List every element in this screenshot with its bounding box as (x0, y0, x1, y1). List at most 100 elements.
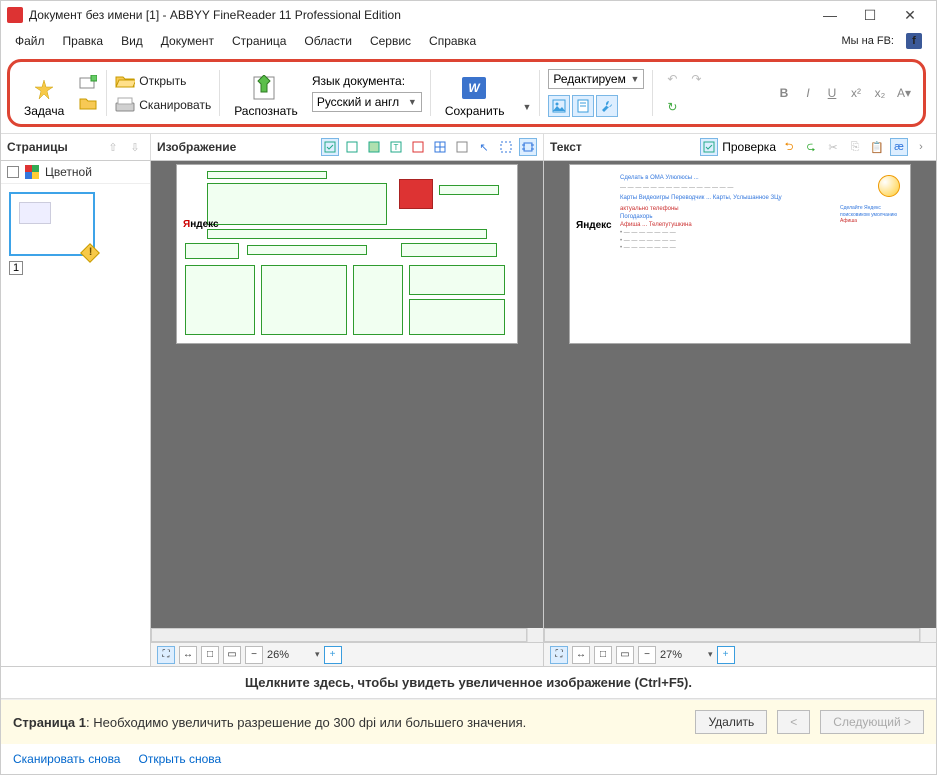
warning-bar: Страница 1: Необходимо увеличить разреше… (1, 699, 936, 744)
small-folder-icon[interactable] (78, 94, 98, 112)
h-scrollbar[interactable] (151, 628, 527, 642)
v-scrollbar[interactable] (527, 628, 543, 642)
zoom-in-icon[interactable]: + (717, 646, 735, 664)
tool-wrench-icon[interactable] (596, 95, 618, 117)
task-group[interactable]: Задача (18, 68, 70, 118)
menu-help[interactable]: Справка (421, 31, 484, 51)
open-button[interactable]: Открыть (115, 70, 211, 92)
scan-button[interactable]: Сканировать (115, 94, 211, 116)
img-tool-table-icon[interactable] (431, 138, 449, 156)
chevron-down-icon[interactable]: ▾ (708, 649, 713, 660)
zoom-out-icon[interactable]: − (638, 646, 656, 664)
img-tool-block-icon[interactable] (365, 138, 383, 156)
img-tool-text-icon[interactable]: T (387, 138, 405, 156)
fit-window-icon[interactable]: ⛶ (550, 646, 568, 664)
img-tool-barcode-icon[interactable] (453, 138, 471, 156)
recognize-icon (251, 74, 281, 102)
img-tool-select-icon[interactable] (497, 138, 515, 156)
image-canvas[interactable]: Яндекс (151, 161, 543, 628)
img-tool-pointer-icon[interactable]: ↖ (475, 138, 493, 156)
menu-file[interactable]: Файл (7, 31, 53, 51)
h-scrollbar[interactable] (544, 628, 920, 642)
prev-warn-button[interactable]: < (777, 710, 810, 734)
close-button[interactable]: ✕ (890, 2, 930, 28)
select-all-checkbox[interactable] (7, 166, 19, 178)
italic-button[interactable]: I (797, 82, 819, 104)
color-mode-icon[interactable] (25, 165, 39, 179)
text-canvas[interactable]: Яндекс Сделать в ОМА Улюлюсы ... — — — —… (544, 161, 936, 628)
tool-page-icon[interactable] (572, 95, 594, 117)
new-tab-icon[interactable] (78, 74, 98, 92)
save-dropdown-icon[interactable]: ▼ (522, 102, 531, 112)
text-zoom-value[interactable]: 27% (660, 649, 700, 661)
scan-label: Сканировать (139, 98, 211, 112)
reopen-link[interactable]: Открыть снова (138, 752, 221, 766)
edit-mode-select[interactable]: Редактируем ▼ (548, 69, 644, 89)
font-style-button[interactable]: A▾ (893, 82, 915, 104)
menu-service[interactable]: Сервис (362, 31, 419, 51)
menu-page[interactable]: Страница (224, 31, 294, 51)
prev-err-icon[interactable]: ⮌ (780, 138, 798, 156)
undo-icon[interactable]: ↶ (661, 68, 683, 90)
subscript-button[interactable]: x₂ (869, 82, 891, 104)
underline-button[interactable]: U (821, 82, 843, 104)
chevron-right-icon[interactable]: › (912, 138, 930, 156)
rescan-link[interactable]: Сканировать снова (13, 752, 120, 766)
menu-areas[interactable]: Области (296, 31, 360, 51)
link-bar: Сканировать снова Открыть снова (1, 744, 936, 774)
yandex-text-logo: Яндекс (576, 219, 612, 232)
img-tool-analyze-icon[interactable] (343, 138, 361, 156)
redo-green-icon[interactable]: ↻ (661, 96, 683, 118)
page-thumbnail[interactable] (9, 192, 95, 256)
language-select[interactable]: Русский и англ ▼ (312, 92, 422, 112)
zoom-in-icon[interactable]: + (324, 646, 342, 664)
fb-link[interactable]: Мы на FB: f (826, 29, 931, 53)
work-area: Цветной 1 (1, 161, 936, 667)
delete-button[interactable]: Удалить (695, 710, 767, 734)
recognize-group[interactable]: Распознать (228, 68, 304, 118)
maximize-button[interactable]: ☐ (850, 2, 890, 28)
fit-width-icon[interactable]: ↔ (572, 646, 590, 664)
yandex-ball-icon (878, 175, 900, 197)
cut-icon[interactable]: ✂ (824, 138, 842, 156)
minimize-button[interactable]: — (810, 2, 850, 28)
fit-1to1-icon[interactable]: □ (594, 646, 612, 664)
page-down-icon[interactable]: ⇩ (126, 138, 144, 156)
v-scrollbar[interactable] (920, 628, 936, 642)
zoom-hint[interactable]: Щелкните здесь, чтобы увидеть увеличенно… (1, 667, 936, 699)
bold-button[interactable]: B (773, 82, 795, 104)
fb-label: Мы на FB: (834, 32, 903, 50)
redo-icon[interactable]: ↷ (685, 68, 707, 90)
next-err-icon[interactable]: ⮎ (802, 138, 820, 156)
svg-text:T: T (394, 143, 399, 152)
chevron-down-icon: ▼ (630, 74, 639, 84)
image-pane-title: Изображение (157, 140, 236, 154)
next-warn-button[interactable]: Следующий > (820, 710, 924, 734)
img-tool-pic-icon[interactable] (409, 138, 427, 156)
save-group[interactable]: W Сохранить (439, 68, 511, 118)
fit-page-icon[interactable]: ▭ (223, 646, 241, 664)
menu-document[interactable]: Документ (153, 31, 222, 51)
fit-width-icon[interactable]: ↔ (179, 646, 197, 664)
zoom-out-icon[interactable]: − (245, 646, 263, 664)
img-tool-read-icon[interactable] (321, 138, 339, 156)
chevron-down-icon[interactable]: ▾ (315, 649, 320, 660)
special-char-icon[interactable]: æ (890, 138, 908, 156)
fit-page-icon[interactable]: ▭ (616, 646, 634, 664)
image-zoom-value[interactable]: 26% (267, 649, 307, 661)
fit-1to1-icon[interactable]: □ (201, 646, 219, 664)
tool-image-icon[interactable] (548, 95, 570, 117)
page-up-icon[interactable]: ⇧ (104, 138, 122, 156)
facebook-icon: f (906, 33, 922, 49)
pages-panel: Цветной 1 (1, 161, 151, 666)
main-toolbar-area: Задача Открыть Сканировать (1, 53, 936, 133)
verify-icon[interactable] (700, 138, 718, 156)
verify-label[interactable]: Проверка (722, 140, 776, 154)
fit-window-icon[interactable]: ⛶ (157, 646, 175, 664)
copy-icon[interactable]: ⎘ (846, 138, 864, 156)
img-tool-crop-icon[interactable] (519, 138, 537, 156)
paste-icon[interactable]: 📋 (868, 138, 886, 156)
menu-edit[interactable]: Правка (55, 31, 112, 51)
superscript-button[interactable]: x² (845, 82, 867, 104)
menu-view[interactable]: Вид (113, 31, 151, 51)
